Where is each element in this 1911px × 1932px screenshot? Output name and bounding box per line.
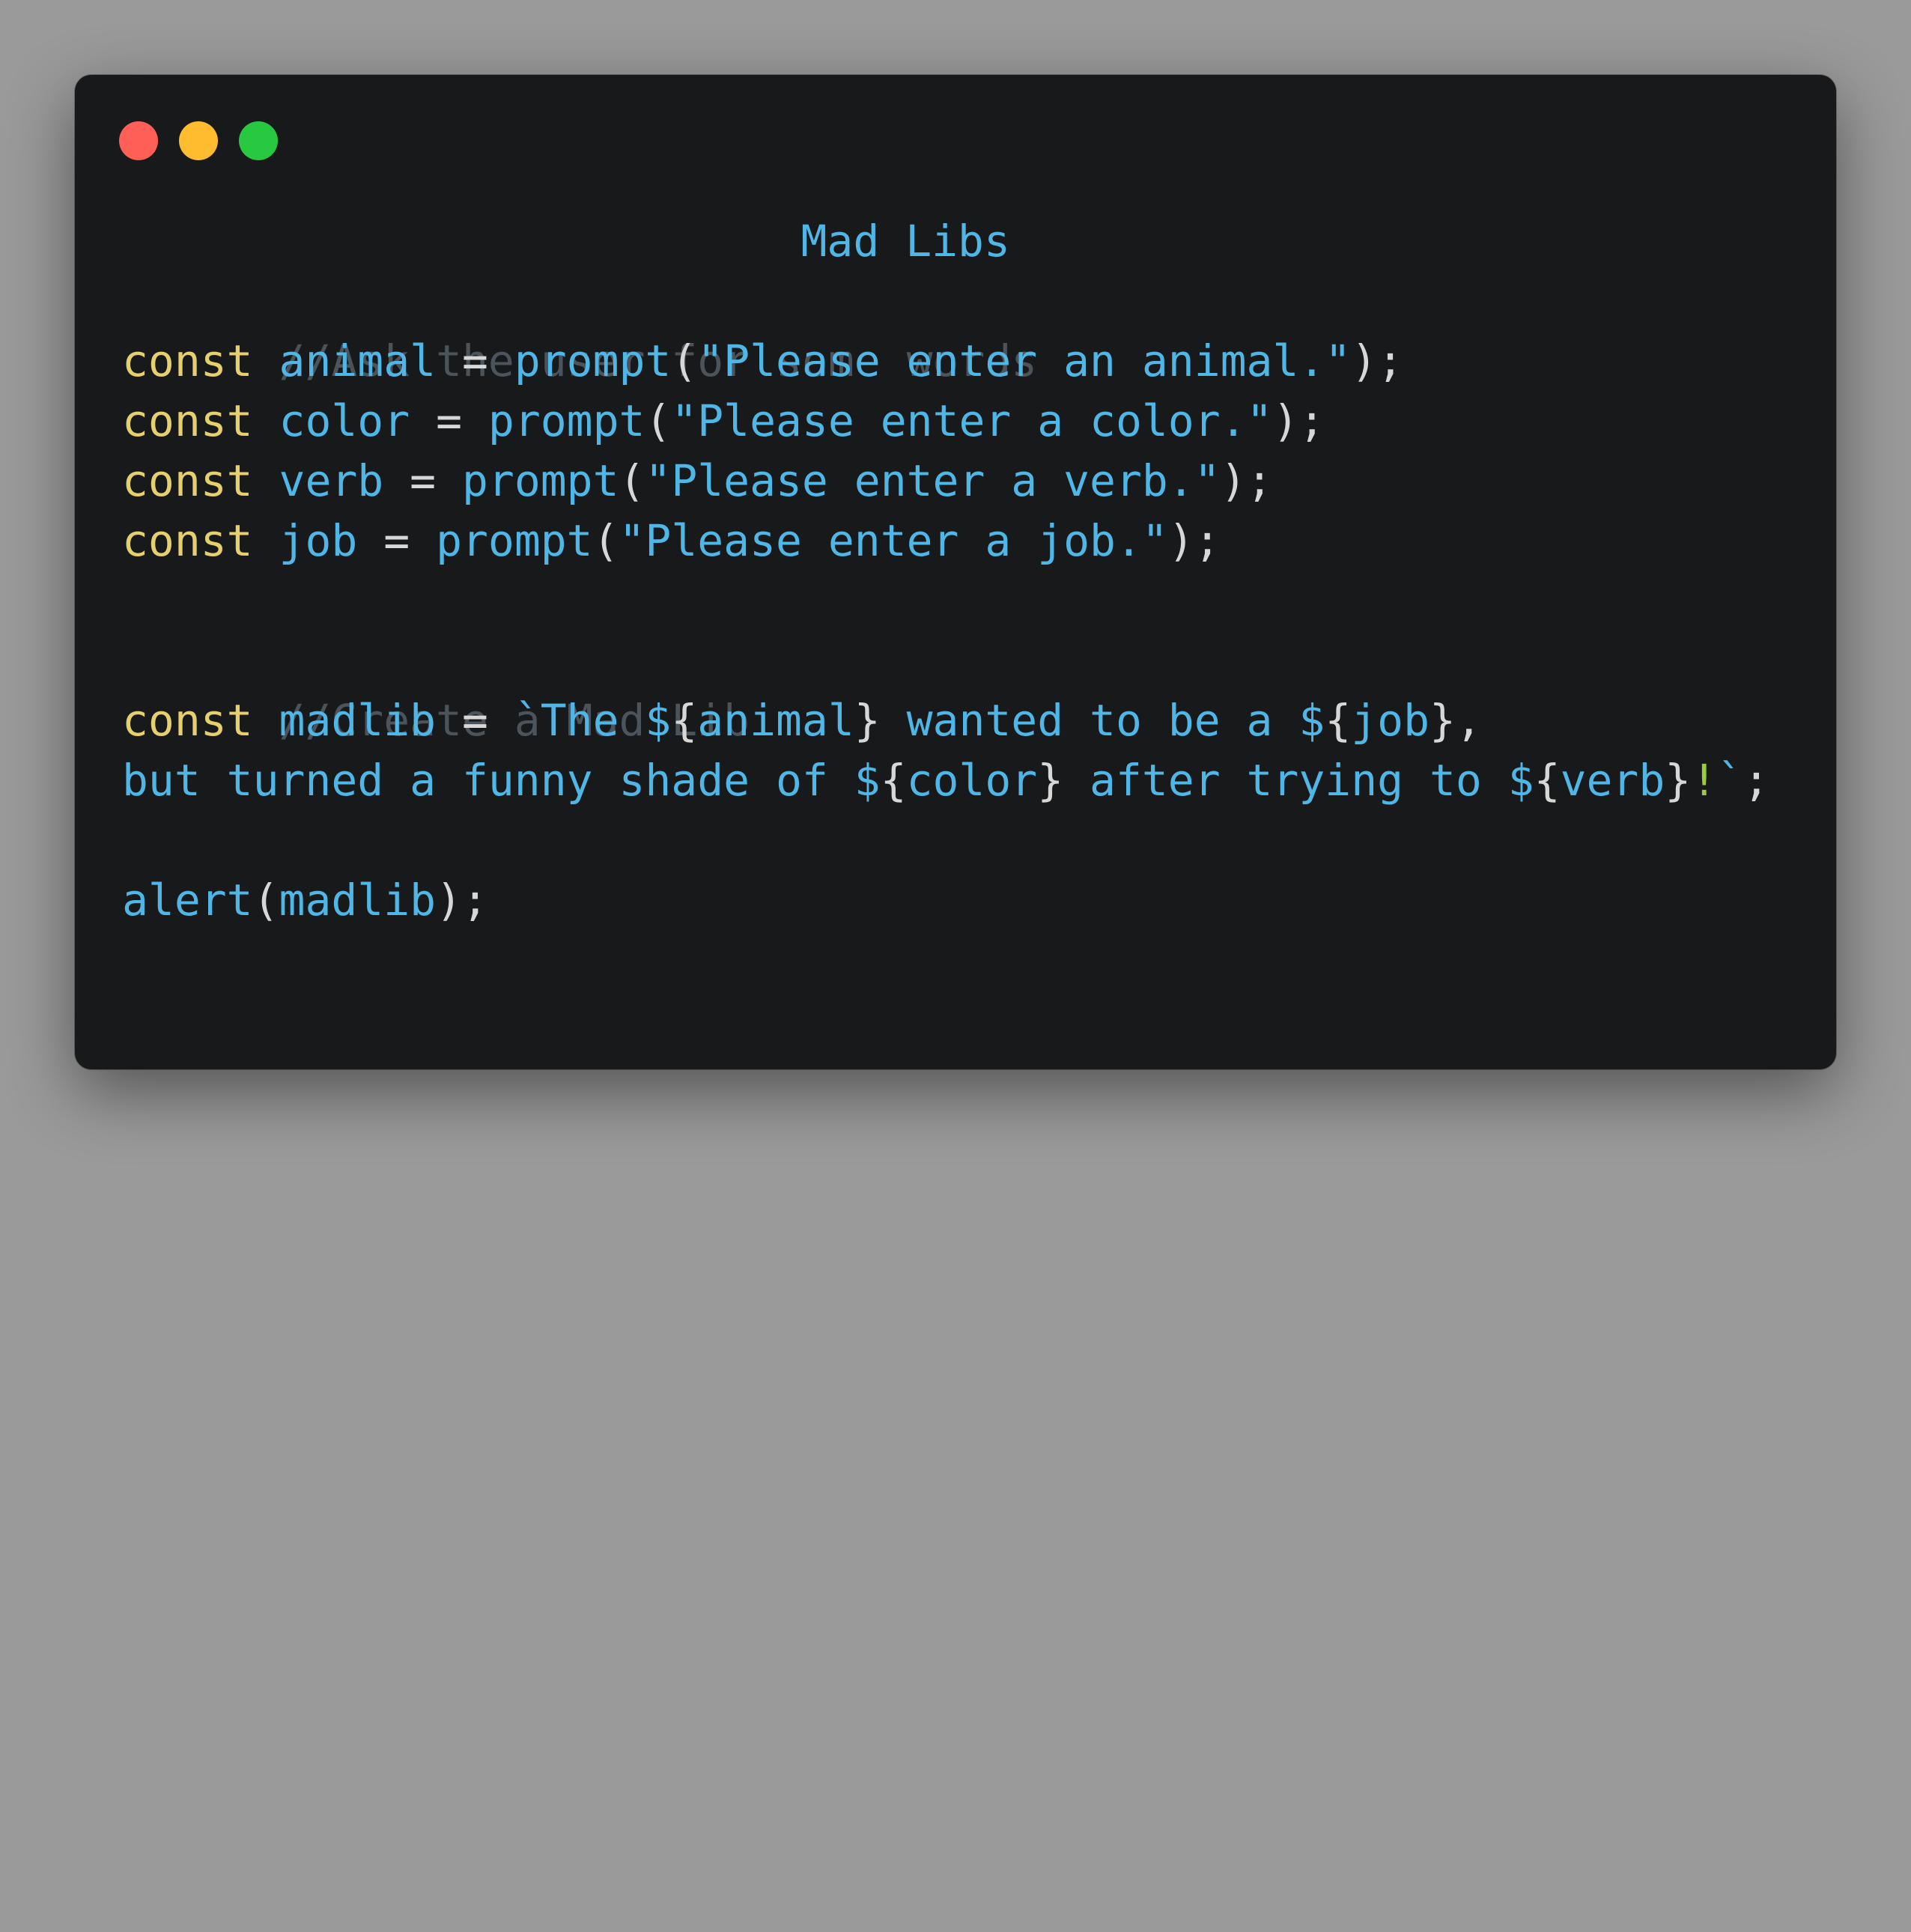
template-variable: job bbox=[1351, 695, 1430, 746]
operator: = bbox=[410, 455, 437, 506]
function-name: prompt bbox=[487, 395, 645, 446]
punctuation: ( bbox=[645, 395, 672, 446]
identifier: color bbox=[279, 395, 410, 446]
template-brace: } bbox=[1430, 695, 1456, 746]
code-line-madlib-1: const madlib = `The ${animal} wanted to … bbox=[122, 690, 1482, 750]
function-name: prompt bbox=[514, 335, 672, 386]
code-line-comment-2: //Create a Mad Lib bbox=[122, 631, 750, 746]
operator: = bbox=[461, 335, 488, 386]
code-line-madlib-2: but turned a funny shade of ${color} aft… bbox=[122, 750, 1769, 810]
template-brace: { bbox=[1325, 695, 1352, 746]
punctuation: ; bbox=[1743, 755, 1769, 806]
code-line-verb: const verb = prompt("Please enter a verb… bbox=[122, 451, 1272, 511]
punctuation: ); bbox=[1351, 335, 1404, 386]
template-brace: { bbox=[1534, 755, 1561, 806]
punctuation: ( bbox=[252, 875, 279, 926]
template-variable: animal bbox=[697, 695, 854, 746]
template-brace: } bbox=[1037, 755, 1064, 806]
code-line-alert: alert(madlib); bbox=[122, 870, 488, 930]
punctuation: ( bbox=[671, 335, 698, 386]
code-line-job: const job = prompt("Please enter a job."… bbox=[122, 511, 1221, 571]
template-backtick: ` bbox=[1717, 755, 1744, 806]
title-text: Mad Libs bbox=[800, 216, 1010, 267]
string-literal: "Please enter a job." bbox=[619, 515, 1168, 566]
punctuation: ( bbox=[592, 515, 619, 566]
operator: = bbox=[461, 695, 488, 746]
keyword-const: const bbox=[122, 515, 253, 566]
function-name: alert bbox=[122, 875, 253, 926]
template-variable: color bbox=[906, 755, 1038, 806]
code-title: Mad Libs bbox=[644, 151, 1010, 267]
string-literal: "Please enter a verb." bbox=[645, 455, 1221, 506]
code-window: Mad Libs //Ask the user for some words c… bbox=[75, 75, 1836, 1069]
identifier: animal bbox=[279, 335, 437, 386]
keyword-const: const bbox=[122, 335, 253, 386]
template-text: but turned a funny shade of $ bbox=[122, 755, 881, 806]
template-brace: } bbox=[1665, 755, 1692, 806]
keyword-const: const bbox=[122, 395, 253, 446]
code-line-comment-1: //Ask the user for some words bbox=[122, 271, 1038, 386]
string-literal: "Please enter an animal." bbox=[697, 335, 1352, 386]
template-text: wanted to be a $ bbox=[880, 695, 1325, 746]
zoom-button[interactable] bbox=[239, 121, 278, 160]
punctuation: ( bbox=[619, 455, 645, 506]
code-line-animal: const animal = prompt("Please enter an a… bbox=[122, 331, 1403, 391]
template-text: ! bbox=[1691, 755, 1718, 806]
keyword-const: const bbox=[122, 455, 253, 506]
identifier: verb bbox=[279, 455, 384, 506]
function-name: prompt bbox=[436, 515, 593, 566]
string-literal: "Please enter a color." bbox=[671, 395, 1273, 446]
identifier: job bbox=[279, 515, 358, 566]
template-text: , bbox=[1455, 695, 1482, 746]
template-brace: { bbox=[671, 695, 698, 746]
punctuation: ); bbox=[1220, 455, 1273, 506]
template-brace: { bbox=[880, 755, 907, 806]
template-text: after trying to $ bbox=[1063, 755, 1534, 806]
function-name: prompt bbox=[461, 455, 619, 506]
punctuation: ); bbox=[1272, 395, 1325, 446]
punctuation: ); bbox=[436, 875, 488, 926]
template-brace: } bbox=[854, 695, 881, 746]
code-block: Mad Libs //Ask the user for some words c… bbox=[122, 75, 1769, 1932]
keyword-const: const bbox=[122, 695, 253, 746]
punctuation: ); bbox=[1167, 515, 1221, 566]
code-line-color: const color = prompt("Please enter a col… bbox=[122, 391, 1325, 451]
identifier: madlib bbox=[279, 695, 437, 746]
operator: = bbox=[436, 395, 462, 446]
operator: = bbox=[383, 515, 410, 566]
identifier: madlib bbox=[279, 875, 437, 926]
template-text: `The $ bbox=[514, 695, 672, 746]
template-variable: verb bbox=[1560, 755, 1665, 806]
